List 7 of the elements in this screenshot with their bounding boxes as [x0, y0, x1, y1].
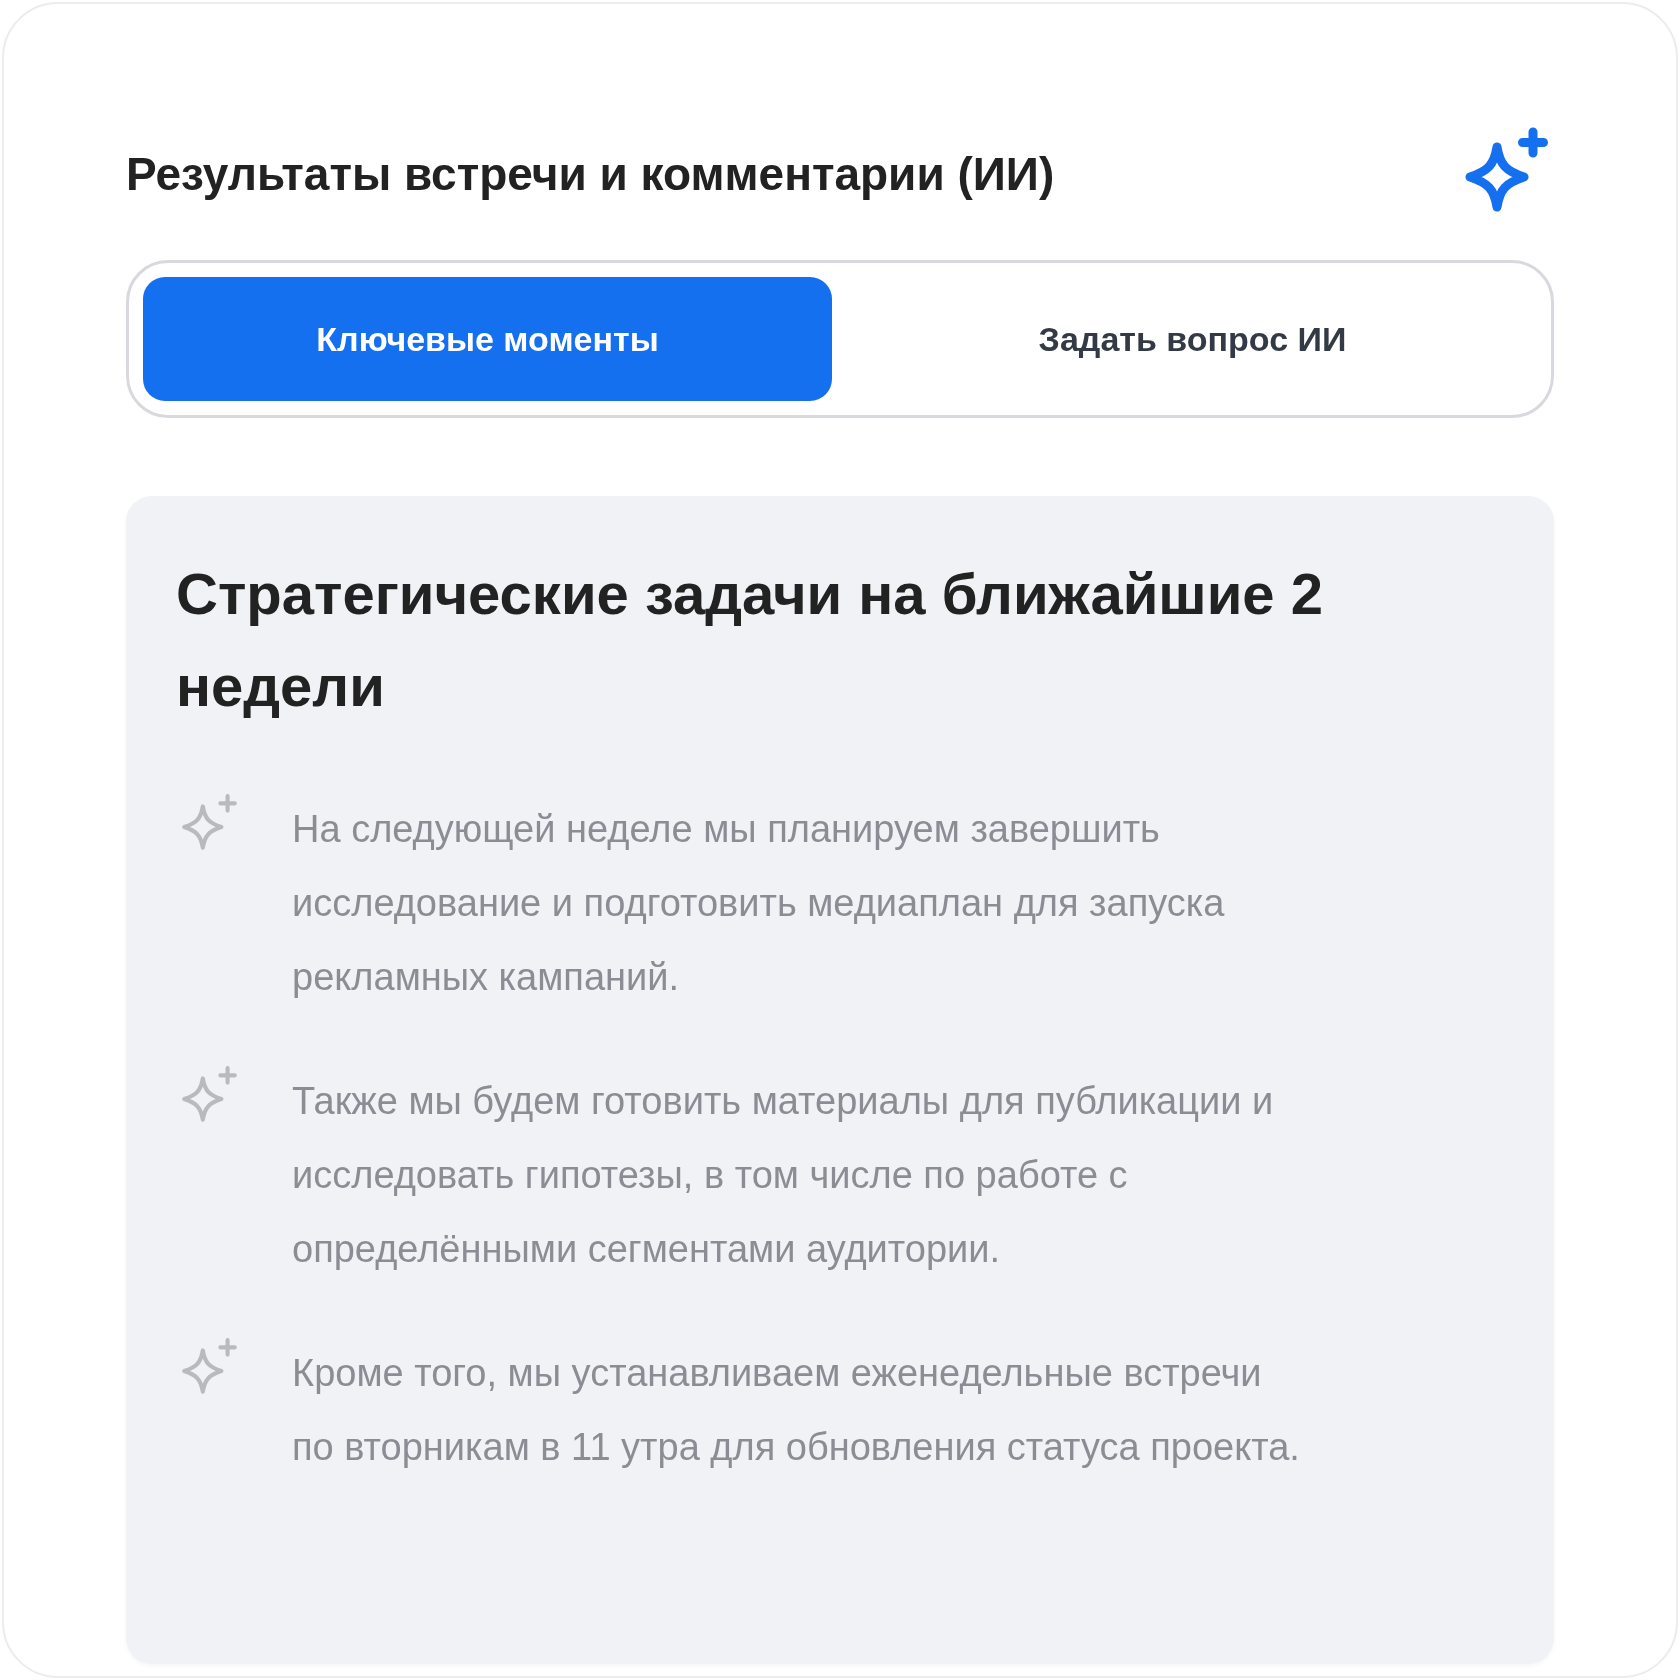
- key-point-text: Кроме того, мы устанавливаем еженедельные встречи по вторникам в 11 утра для обновления статуса проекта.: [292, 1351, 1301, 1470]
- key-point-text: Также мы будем готовить материалы для публикации и исследовать гипотезы, в том числе по работе с определёнными сегментами аудитории.: [292, 1079, 1275, 1272]
- window-title: Результаты встречи и комментарии (ИИ): [126, 147, 1055, 201]
- tab[interactable]: Ключевые моменты: [143, 277, 832, 401]
- key-point-text: На следующей неделе мы планируем завершить исследование и подготовить медиаплан для запуска рекламных кампаний.: [292, 807, 1226, 1000]
- tab[interactable]: Задать вопрос ИИ: [848, 277, 1537, 401]
- panel-heading: Стратегические задачи на ближайшие 2 недели: [176, 560, 1324, 720]
